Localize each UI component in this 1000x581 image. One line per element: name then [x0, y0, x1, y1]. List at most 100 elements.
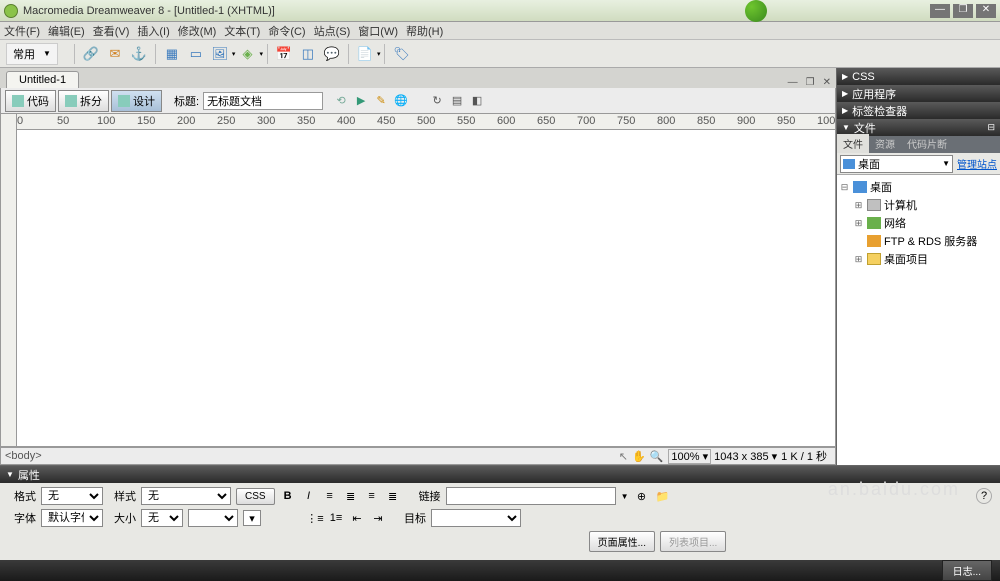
hyperlink-icon[interactable]: 🔗	[82, 45, 100, 63]
insert-toolbar: 常用 ▼ 🔗 ✉ ⚓ ▦ ▭ 🖼 ▾ ◈ ▾ 📅 ◫ 💬 📄 ▾ 🏷	[0, 40, 1000, 68]
div-icon[interactable]: ▭	[187, 45, 205, 63]
title-label: 标题:	[174, 93, 199, 109]
file-tree[interactable]: ⊟桌面 ⊞计算机 ⊞网络 FTP & RDS 服务器 ⊞桌面项目	[837, 175, 1000, 465]
menu-help[interactable]: 帮助(H)	[406, 23, 443, 39]
ol-icon[interactable]: 1≡	[328, 510, 344, 526]
templates-icon[interactable]: 📄	[356, 45, 374, 63]
tree-network[interactable]: ⊞网络	[839, 214, 998, 232]
css-panel-header[interactable]: ▶CSS	[837, 68, 1000, 85]
size-unit-select[interactable]	[188, 509, 238, 527]
doc-restore-icon[interactable]: ❐	[803, 77, 818, 88]
document-tabbar: Untitled-1 — ❐ ✕	[0, 68, 836, 88]
files-tab[interactable]: 文件	[837, 134, 869, 153]
align-justify-icon[interactable]: ≣	[385, 488, 401, 504]
page-properties-button[interactable]: 页面属性...	[589, 531, 655, 552]
download-size: 1 K / 1 秒	[781, 448, 827, 464]
view-options-icon[interactable]: ▤	[449, 93, 465, 109]
manage-sites-link[interactable]: 管理站点	[957, 156, 997, 171]
file-mgmt-icon[interactable]: ✎	[373, 93, 389, 109]
log-button[interactable]: 日志...	[942, 560, 992, 581]
menu-edit[interactable]: 编辑(E)	[48, 23, 85, 39]
assets-tab[interactable]: 资源	[869, 134, 901, 153]
zoom-level[interactable]: 100% ▾	[668, 449, 711, 464]
application-panel-header[interactable]: ▶应用程序	[837, 85, 1000, 102]
menu-file[interactable]: 文件(F)	[4, 23, 40, 39]
menu-site[interactable]: 站点(S)	[314, 23, 351, 39]
target-select[interactable]	[431, 509, 521, 527]
tag-inspector-panel-header[interactable]: ▶标签检查器	[837, 102, 1000, 119]
tree-computer[interactable]: ⊞计算机	[839, 196, 998, 214]
select-tool-icon[interactable]: ↖	[619, 450, 628, 463]
style-select[interactable]: 无	[141, 487, 231, 505]
bold-icon[interactable]: B	[280, 488, 296, 504]
snippets-tab[interactable]: 代码片断	[901, 134, 953, 153]
media-icon[interactable]: ◈	[238, 45, 256, 63]
window-title: Macromedia Dreamweaver 8 - [Untitled-1 (…	[23, 5, 275, 17]
date-icon[interactable]: 📅	[275, 45, 293, 63]
server-include-icon[interactable]: ◫	[299, 45, 317, 63]
tag-selector[interactable]: <body>	[5, 450, 42, 462]
table-icon[interactable]: ▦	[163, 45, 181, 63]
document-title-input[interactable]	[203, 92, 323, 110]
site-dropdown[interactable]: 桌面 ▼	[840, 155, 953, 173]
point-to-file-icon[interactable]: ⊕	[633, 488, 649, 504]
code-view-button[interactable]: 代码	[5, 90, 56, 112]
insert-category-label: 常用	[13, 46, 35, 62]
doc-minimize-icon[interactable]: —	[785, 77, 801, 88]
design-canvas[interactable]	[17, 130, 835, 446]
align-center-icon[interactable]: ≣	[343, 488, 359, 504]
format-label: 格式	[8, 488, 36, 504]
hand-tool-icon[interactable]: ✋	[632, 450, 646, 463]
validate-icon[interactable]: ▶	[353, 93, 369, 109]
preview-icon[interactable]: 🌐	[393, 93, 409, 109]
tree-root[interactable]: ⊟桌面	[839, 178, 998, 196]
design-canvas-area: 0 50 100 150 200 250 300 350 400 450 500…	[0, 114, 836, 447]
align-left-icon[interactable]: ≡	[322, 488, 338, 504]
zoom-tool-icon[interactable]: 🔍	[650, 450, 664, 463]
menu-view[interactable]: 查看(V)	[93, 23, 130, 39]
menu-insert[interactable]: 插入(I)	[137, 23, 169, 39]
outdent-icon[interactable]: ⇤	[349, 510, 365, 526]
font-select[interactable]: 默认字体	[41, 509, 103, 527]
list-item-button[interactable]: 列表项目...	[660, 531, 726, 552]
image-icon[interactable]: 🖼	[211, 45, 229, 63]
split-view-button[interactable]: 拆分	[58, 90, 109, 112]
properties-header[interactable]: ▼属性	[0, 466, 1000, 483]
email-icon[interactable]: ✉	[106, 45, 124, 63]
tree-desktop-items[interactable]: ⊞桌面项目	[839, 250, 998, 268]
menu-text[interactable]: 文本(T)	[224, 23, 260, 39]
tree-ftp[interactable]: FTP & RDS 服务器	[839, 232, 998, 250]
link-input[interactable]	[446, 487, 616, 505]
comment-icon[interactable]: 💬	[323, 45, 341, 63]
design-view-button[interactable]: 设计	[111, 90, 162, 112]
help-icon[interactable]: ?	[976, 488, 992, 504]
minimize-button[interactable]: —	[930, 4, 950, 18]
size-select[interactable]: 无	[141, 509, 183, 527]
window-titlebar: Macromedia Dreamweaver 8 - [Untitled-1 (…	[0, 0, 1000, 22]
format-select[interactable]: 无	[41, 487, 103, 505]
no-browser-check-icon[interactable]: ⟲	[333, 93, 349, 109]
maximize-button[interactable]: ❐	[953, 4, 973, 18]
insert-category-dropdown[interactable]: 常用 ▼	[6, 43, 58, 65]
document-tab[interactable]: Untitled-1	[6, 71, 79, 88]
align-right-icon[interactable]: ≡	[364, 488, 380, 504]
italic-icon[interactable]: I	[301, 488, 317, 504]
panel-group: ▶CSS ▶应用程序 ▶标签检查器 ▼文件⊟ 文件 资源 代码片断 桌面 ▼ 管…	[836, 68, 1000, 465]
indent-icon[interactable]: ⇥	[370, 510, 386, 526]
ul-icon[interactable]: ⋮≡	[307, 510, 323, 526]
visual-aids-icon[interactable]: ◧	[469, 93, 485, 109]
css-button[interactable]: CSS	[236, 488, 275, 505]
menu-modify[interactable]: 修改(M)	[178, 23, 217, 39]
window-size[interactable]: 1043 x 385 ▾	[714, 450, 777, 463]
menu-commands[interactable]: 命令(C)	[268, 23, 305, 39]
named-anchor-icon[interactable]: ⚓	[130, 45, 148, 63]
refresh-icon[interactable]: ↻	[429, 93, 445, 109]
doc-close-icon[interactable]: ✕	[820, 77, 834, 88]
close-button[interactable]: ✕	[976, 4, 996, 18]
tag-chooser-icon[interactable]: 🏷	[392, 45, 410, 63]
browse-folder-icon[interactable]: 📁	[654, 488, 670, 504]
start-orb-icon[interactable]	[745, 0, 767, 22]
site-selector-row: 桌面 ▼ 管理站点	[837, 153, 1000, 175]
color-picker-icon[interactable]: ▾	[243, 510, 261, 526]
menu-window[interactable]: 窗口(W)	[358, 23, 398, 39]
